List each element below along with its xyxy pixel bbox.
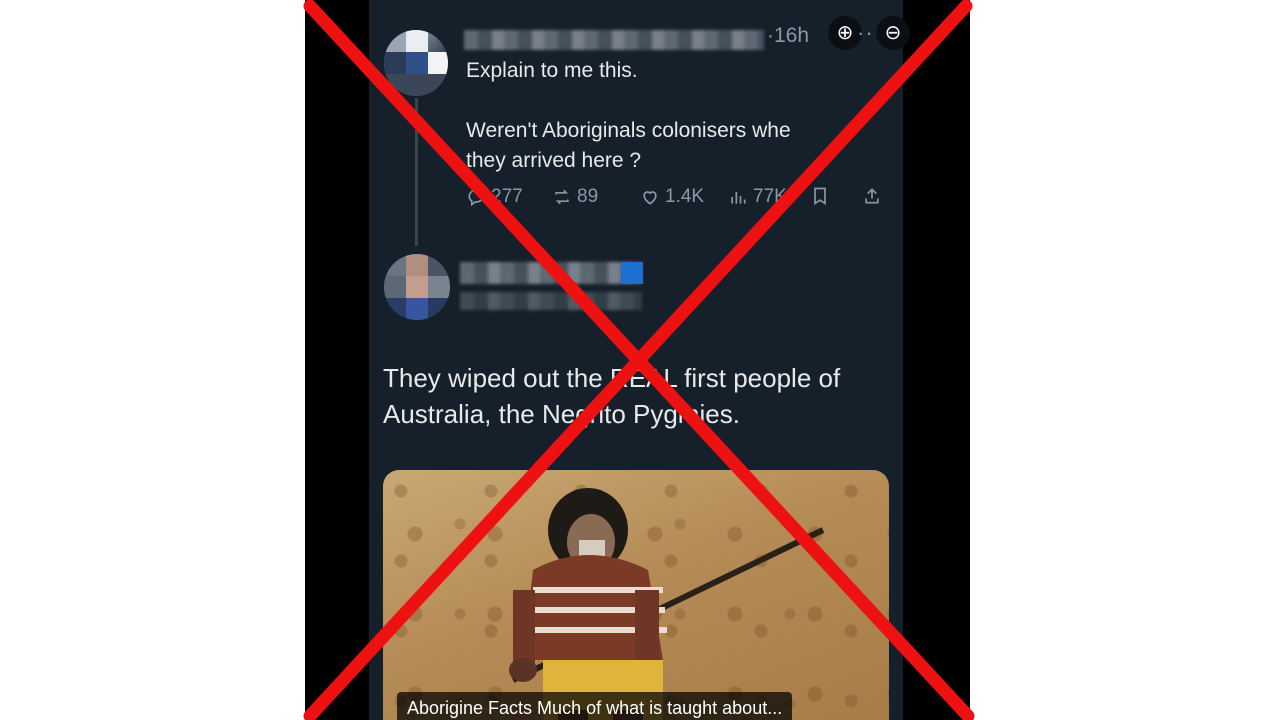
verified-badge xyxy=(621,262,643,284)
repost-button[interactable]: 89 xyxy=(552,186,598,208)
view-count: 77K xyxy=(753,186,787,207)
repost-icon xyxy=(555,189,569,205)
link-preview-image[interactable]: Aborigine Facts Much of what is taught a… xyxy=(383,470,889,720)
avatar[interactable] xyxy=(384,30,448,96)
reply-button[interactable]: 277 xyxy=(466,186,523,208)
reply-text: They wiped out the REAL first people of … xyxy=(383,363,841,429)
views-button[interactable]: 77K xyxy=(728,186,787,208)
zoom-out-icon[interactable]: ⊖ xyxy=(876,16,910,50)
redacted-handle xyxy=(460,292,642,310)
share-button[interactable] xyxy=(862,186,882,206)
link-preview-caption: Aborigine Facts Much of what is taught a… xyxy=(397,692,793,720)
bookmark-button[interactable] xyxy=(810,186,830,206)
bookmark-icon xyxy=(814,187,826,206)
like-button[interactable]: 1.4K xyxy=(640,186,704,208)
reply-count: 277 xyxy=(491,186,523,207)
tweet-timestamp: ·16h xyxy=(767,24,810,47)
redacted-display-name xyxy=(460,262,642,284)
tweet-actions: 277 89 1.4K 77K xyxy=(466,186,886,216)
thread-connector xyxy=(415,98,418,246)
tweet-text: Explain to me this. Weren't Aboriginals … xyxy=(466,59,791,172)
tweet-thread: ·16h ⊕ ·· ⊖ Explain to me this. Weren't … xyxy=(369,0,910,720)
heart-icon xyxy=(643,191,657,205)
reply-icon xyxy=(468,189,484,207)
redacted-username xyxy=(464,30,764,50)
share-icon xyxy=(865,188,879,204)
screenshot-frame: ·16h ⊕ ·· ⊖ Explain to me this. Weren't … xyxy=(305,0,970,720)
person-with-spear-photo xyxy=(509,488,825,720)
avatar[interactable] xyxy=(384,254,450,320)
repost-count: 89 xyxy=(577,186,599,207)
more-options-icon[interactable]: ·· xyxy=(857,20,874,46)
like-count: 1.4K xyxy=(665,186,705,207)
analytics-icon xyxy=(731,192,746,204)
